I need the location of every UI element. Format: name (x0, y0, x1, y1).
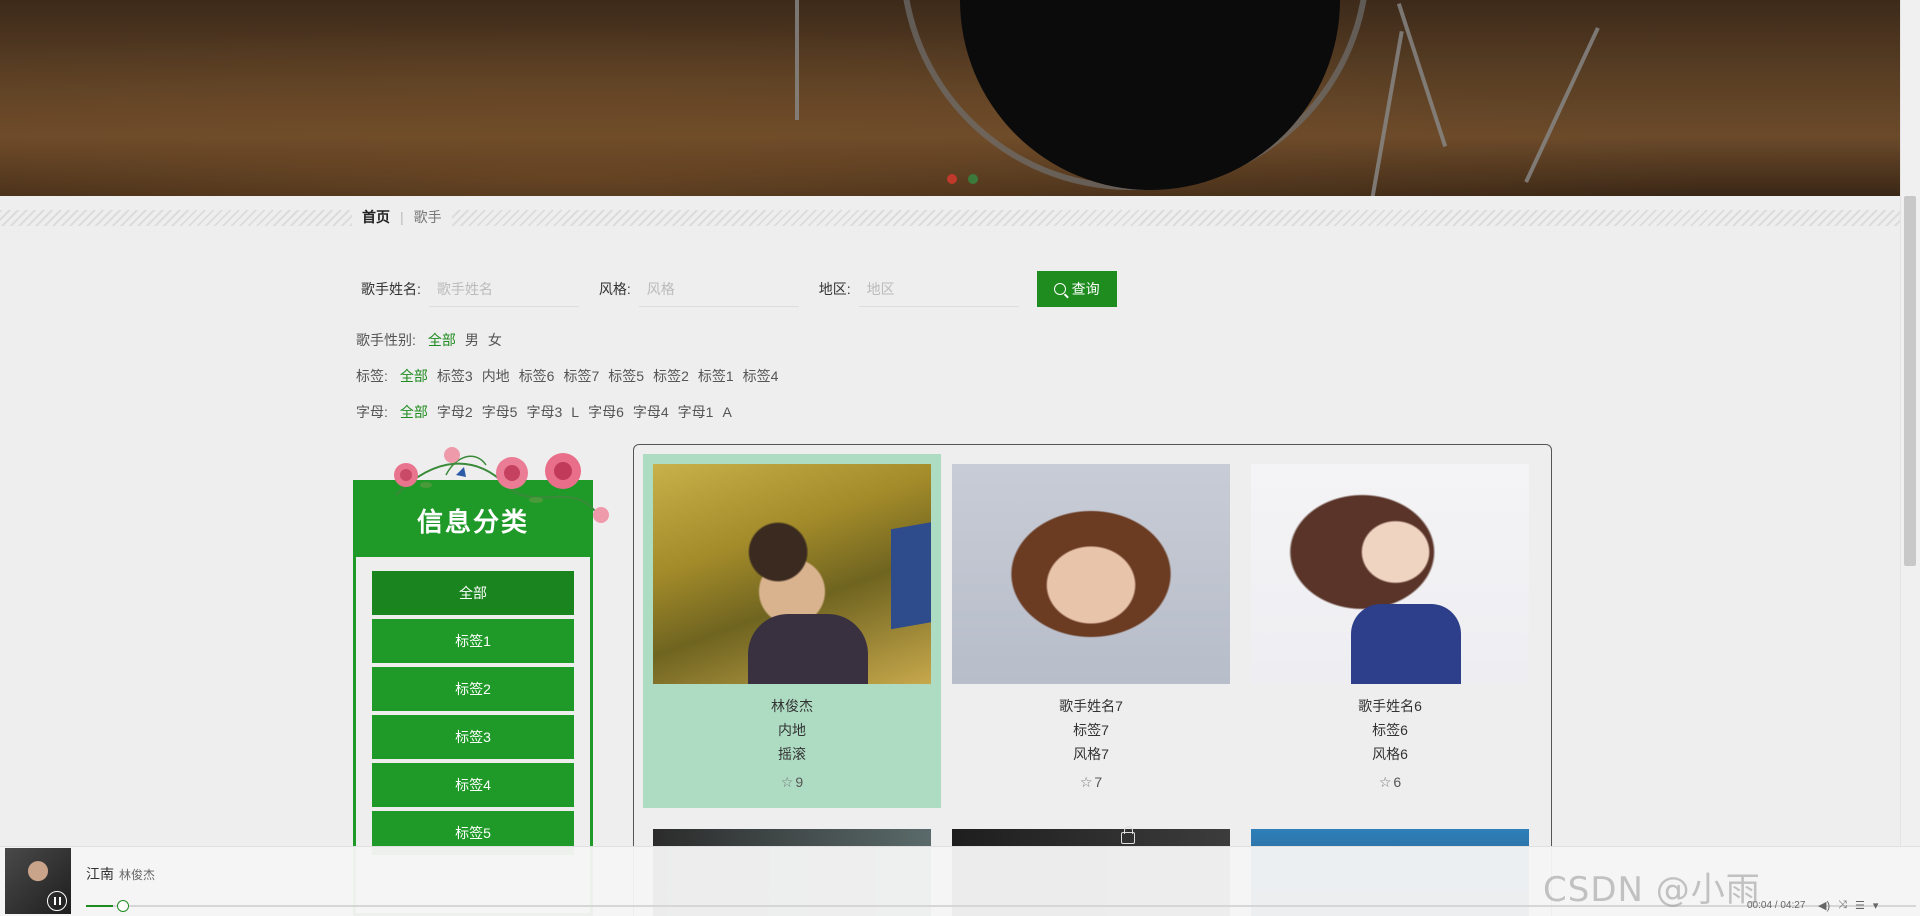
gender-option-male[interactable]: 男 (465, 330, 479, 350)
progress-fill (86, 905, 114, 907)
letter-option[interactable]: 字母4 (633, 402, 669, 422)
lock-icon (1121, 826, 1135, 844)
singer-card[interactable]: 歌手姓名6 标签6 风格6 ☆ 6 (1241, 454, 1539, 808)
query-button-label: 查询 (1071, 281, 1100, 297)
tag-option[interactable]: 标签5 (608, 366, 644, 386)
region-label: 地区: (818, 281, 851, 297)
singer-info: 歌手姓名6 标签6 风格6 ☆ 6 (1241, 694, 1539, 794)
page-scrollbar[interactable] (1900, 0, 1920, 916)
category-item-all[interactable]: 全部 (372, 571, 574, 615)
song-artist: 林俊杰 (119, 868, 156, 882)
singer-likes: ☆ 7 (942, 770, 1240, 794)
tag-option[interactable]: 标签1 (698, 366, 734, 386)
breadcrumb-separator: | (400, 209, 404, 225)
gender-filter-label: 歌手性别: (356, 332, 416, 348)
singer-style: 摇滚 (778, 746, 806, 762)
gender-option-all[interactable]: 全部 (428, 330, 456, 350)
tag-option[interactable]: 全部 (400, 366, 428, 386)
progress-handle[interactable] (117, 900, 130, 912)
drum-stand (795, 0, 799, 120)
style-label: 风格: (598, 281, 631, 297)
breadcrumb-home[interactable]: 首页 (362, 207, 390, 227)
query-button[interactable]: 查询 (1036, 271, 1117, 307)
singer-info: 林俊杰 内地 摇滚 ☆ 9 (643, 694, 941, 794)
singer-style: 风格6 (1372, 746, 1408, 762)
singer-name[interactable]: 歌手姓名7 (942, 694, 1240, 718)
singer-likes: ☆ 9 (643, 770, 941, 794)
singer-info: 歌手姓名7 标签7 风格7 ☆ 7 (942, 694, 1240, 794)
star-icon[interactable]: ☆ (781, 770, 794, 794)
tag-option[interactable]: 标签2 (653, 366, 689, 386)
scrollbar-thumb[interactable] (1904, 196, 1916, 566)
drum-body (960, 0, 1340, 190)
breadcrumb: 首页 | 歌手 (352, 206, 452, 228)
letter-filter: 字母: 全部 字母2 字母5 字母3 L 字母6 字母4 字母1 A (356, 401, 741, 423)
carousel-dot-1[interactable] (947, 174, 957, 184)
search-form: 歌手姓名: 风格: 地区: 查询 (361, 270, 1117, 308)
drum-stand (1370, 30, 1404, 196)
like-count: 9 (795, 774, 804, 790)
singer-name[interactable]: 林俊杰 (643, 694, 941, 718)
singer-likes: ☆ 6 (1241, 770, 1539, 794)
like-count: 6 (1393, 774, 1402, 790)
name-label: 歌手姓名: (361, 281, 421, 297)
singer-style: 风格7 (1073, 746, 1109, 762)
region-input[interactable] (858, 271, 1019, 307)
tag-option[interactable]: 标签3 (437, 366, 473, 386)
tag-option[interactable]: 标签6 (519, 366, 555, 386)
singer-name[interactable]: 歌手姓名6 (1241, 694, 1539, 718)
letter-option[interactable]: 全部 (400, 402, 428, 422)
singer-photo[interactable] (653, 464, 931, 684)
star-icon[interactable]: ☆ (1080, 770, 1093, 794)
photo-figure (1351, 604, 1461, 684)
singer-card[interactable]: 林俊杰 内地 摇滚 ☆ 9 (643, 454, 941, 808)
singer-region: 标签7 (1073, 722, 1109, 738)
category-item[interactable]: 标签1 (372, 619, 574, 663)
category-item[interactable]: 标签3 (372, 715, 574, 759)
singer-photo[interactable] (1251, 464, 1529, 684)
pause-icon[interactable] (47, 891, 67, 911)
letter-option[interactable]: L (571, 404, 579, 420)
star-icon[interactable]: ☆ (1379, 770, 1392, 794)
singer-region: 标签6 (1372, 722, 1408, 738)
drum-stand (1396, 3, 1448, 147)
gender-option-female[interactable]: 女 (488, 330, 502, 350)
tag-filter-label: 标签: (356, 368, 388, 384)
letter-option[interactable]: 字母1 (678, 402, 714, 422)
singer-photo[interactable] (952, 464, 1230, 684)
photo-album (891, 518, 931, 630)
letter-option[interactable]: A (722, 404, 731, 420)
song-title: 江南 (86, 866, 114, 882)
photo-figure (748, 614, 868, 684)
category-item[interactable]: 标签2 (372, 667, 574, 711)
breadcrumb-current: 歌手 (413, 209, 442, 225)
letter-option[interactable]: 字母3 (526, 402, 562, 422)
name-input[interactable] (428, 271, 579, 307)
letter-option[interactable]: 字母6 (588, 402, 624, 422)
letter-option[interactable]: 字母5 (482, 402, 518, 422)
tag-option[interactable]: 标签7 (563, 366, 599, 386)
flower-decoration-icon (394, 447, 609, 523)
carousel-dot-2[interactable] (968, 174, 978, 184)
like-count: 7 (1094, 774, 1103, 790)
singer-region: 内地 (778, 722, 806, 738)
tag-filter: 标签: 全部 标签3 内地 标签6 标签7 标签5 标签2 标签1 标签4 (356, 365, 787, 387)
category-list: 全部 标签1 标签2 标签3 标签4 标签5 (356, 557, 590, 855)
drum-stand (1524, 27, 1600, 183)
category-item[interactable]: 标签4 (372, 763, 574, 807)
watermark: CSDN @小雨cc5566ru (1543, 870, 1761, 916)
singer-card[interactable]: 歌手姓名7 标签7 风格7 ☆ 7 (942, 454, 1240, 808)
tag-option[interactable]: 内地 (482, 366, 510, 386)
hero-banner (0, 0, 1900, 196)
tag-option[interactable]: 标签4 (743, 366, 779, 386)
gender-filter: 歌手性别: 全部 男 女 (356, 329, 511, 351)
letter-filter-label: 字母: (356, 404, 388, 420)
style-input[interactable] (638, 271, 799, 307)
letter-option[interactable]: 字母2 (437, 402, 473, 422)
breadcrumb-bar (0, 210, 1900, 226)
search-icon (1053, 283, 1066, 295)
